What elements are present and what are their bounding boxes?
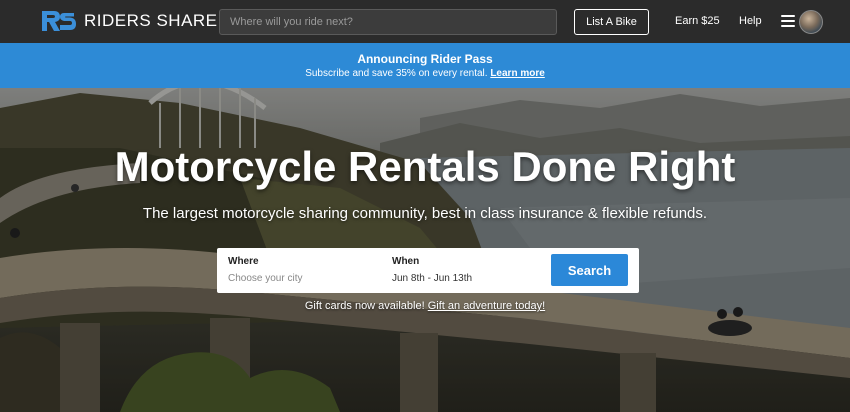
brand-name: RIDERS SHARE: [84, 11, 218, 30]
brand-logo[interactable]: RIDERS SHARE: [40, 9, 218, 33]
where-input[interactable]: Choose your city: [228, 273, 302, 284]
help-link[interactable]: Help: [739, 15, 762, 27]
gift-adventure-link[interactable]: Gift an adventure today!: [428, 300, 545, 312]
when-label: When: [392, 256, 420, 267]
top-navbar: RIDERS SHARE List A Bike Earn $25 Help: [0, 0, 850, 43]
gift-card-notice: Gift cards now available! Gift an advent…: [0, 300, 850, 312]
search-input[interactable]: [219, 9, 557, 35]
date-range-input[interactable]: Jun 8th - Jun 13th: [392, 273, 472, 284]
search-button[interactable]: Search: [551, 254, 628, 286]
hamburger-menu-icon[interactable]: [781, 15, 795, 27]
rental-search-form: Where Choose your city When Jun 8th - Ju…: [217, 248, 639, 293]
banner-title: Announcing Rider Pass: [357, 52, 493, 66]
hero-title: Motorcycle Rentals Done Right: [114, 143, 736, 190]
list-a-bike-button[interactable]: List A Bike: [574, 9, 649, 35]
banner-subtitle: Subscribe and save 35% on every rental. …: [0, 68, 850, 79]
hero-subtitle: The largest motorcycle sharing community…: [142, 205, 708, 222]
hero-section: Motorcycle Rentals Done Right The larges…: [0, 88, 850, 412]
earn-link[interactable]: Earn $25: [675, 15, 720, 27]
promo-banner: Announcing Rider Pass Subscribe and save…: [0, 43, 850, 88]
gift-text: Gift cards now available!: [304, 300, 425, 312]
where-label: Where: [228, 256, 259, 267]
learn-more-link[interactable]: Learn more: [490, 68, 544, 79]
banner-subtitle-text: Subscribe and save 35% on every rental.: [305, 68, 488, 79]
riders-share-logo-icon: [42, 11, 76, 31]
user-avatar[interactable]: [799, 10, 823, 34]
